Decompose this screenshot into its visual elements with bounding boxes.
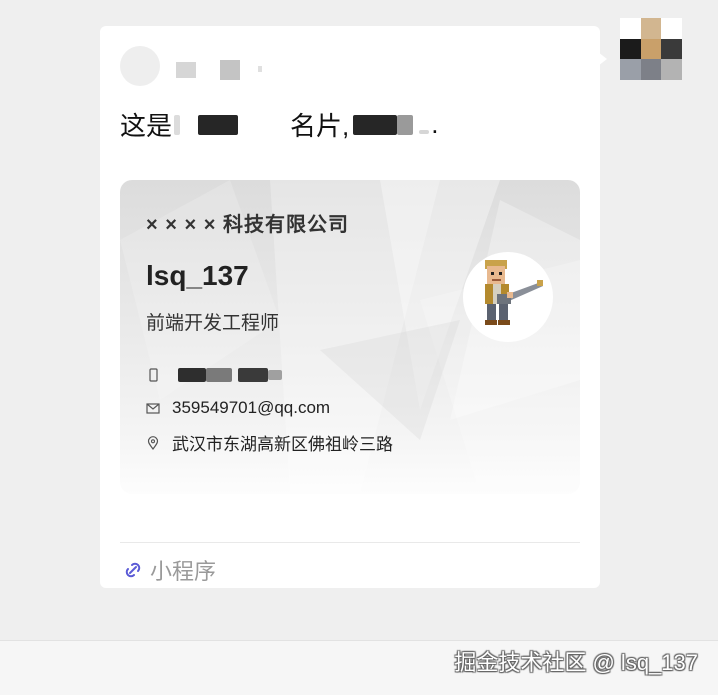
message-text: 这是 名片, . (120, 106, 438, 143)
contact-email-row[interactable]: 359549701@qq.com (146, 398, 330, 418)
character-illustration-icon (485, 260, 543, 325)
email-text: 359549701@qq.com (172, 398, 331, 417)
redacted-text (353, 114, 398, 135)
message-bubble[interactable]: 这是 名片, . × × × × 科技有限公司 lsq_137 前端开发工程师 (100, 26, 600, 588)
portrait-avatar[interactable] (463, 252, 553, 342)
redacted-phone (206, 368, 232, 382)
sender-name-redacted (176, 58, 266, 80)
company-name: × × × × 科技有限公司 (146, 214, 349, 236)
divider (120, 542, 580, 543)
message-middle: 名片, (290, 111, 350, 141)
mail-icon (146, 401, 160, 415)
redacted-text (397, 114, 414, 135)
redacted-text (198, 114, 239, 135)
contact-phone-row (146, 368, 282, 382)
person-name: lsq_137 (146, 260, 249, 291)
job-title: 前端开发工程师 (146, 313, 280, 334)
redacted-phone (238, 368, 268, 382)
contact-address-row[interactable]: 武汉市东湖高新区佛祖岭三路 (146, 430, 393, 455)
mini-program-label[interactable]: 小程序 (122, 554, 216, 586)
redacted-text (419, 129, 430, 134)
self-avatar[interactable] (620, 18, 682, 80)
redacted-phone (178, 368, 206, 382)
link-icon (122, 559, 144, 581)
message-prefix: 这是 (120, 111, 173, 141)
watermark: 掘金技术社区 @ lsq_137 (454, 650, 698, 675)
message-end: . (431, 109, 439, 139)
redacted-phone (268, 370, 282, 380)
phone-icon (146, 368, 160, 382)
address-text: 武汉市东湖高新区佛祖岭三路 (172, 435, 393, 454)
business-card[interactable]: × × × × 科技有限公司 lsq_137 前端开发工程师 359549701… (120, 180, 580, 494)
location-pin-icon (146, 435, 160, 450)
mini-program-text: 小程序 (150, 559, 217, 584)
redacted-text (174, 114, 181, 135)
sender-avatar[interactable] (120, 46, 160, 86)
